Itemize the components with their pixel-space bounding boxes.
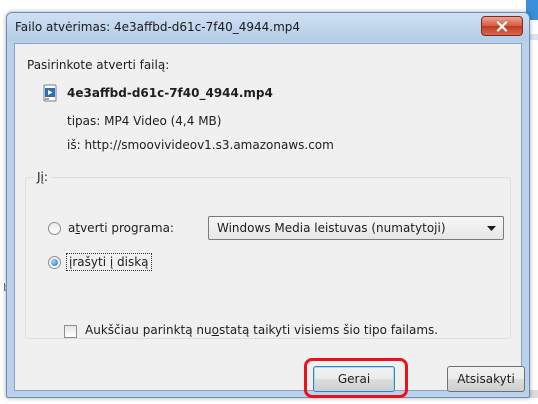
open-with-radio-label[interactable]: atverti programa: — [68, 221, 174, 235]
remember-choice-checkbox[interactable] — [64, 325, 77, 338]
media-file-icon — [43, 84, 57, 102]
cancel-button[interactable]: Atsisakyti — [447, 366, 525, 392]
file-open-dialog: Failo atvėrimas: 4e3affbd-d61c-7f40_4944… — [6, 12, 530, 398]
screen: b Failo atvėrimas: 4e3affbd-d61c-7f40_49… — [0, 0, 538, 404]
remember-choice-label[interactable]: Aukščiau parinktą nuostatą taikyti visie… — [85, 323, 438, 337]
action-group-legend: Jį: — [34, 170, 51, 184]
close-icon — [496, 20, 508, 32]
file-source-row: iš: http://smoovivideov1.s3.amazonaws.co… — [67, 138, 334, 152]
file-source-value: http://smoovivideov1.s3.amazonaws.com — [84, 138, 334, 152]
dropdown-arrow-icon — [487, 226, 496, 231]
file-name: 4e3affbd-d61c-7f40_4944.mp4 — [67, 86, 273, 100]
file-type-label: tipas: — [67, 114, 101, 128]
save-to-disk-radio-label[interactable]: įrašyti į diską — [66, 253, 152, 271]
dialog-titlebar[interactable]: Failo atvėrimas: 4e3affbd-d61c-7f40_4944… — [7, 13, 529, 41]
close-button[interactable] — [481, 16, 523, 36]
action-groupbox: Jį: atverti programa: Windows Media leis… — [25, 170, 511, 339]
ok-button-highlight — [304, 358, 408, 398]
save-to-disk-radio[interactable] — [48, 256, 61, 269]
file-type-value: MP4 Video (4,4 MB) — [104, 114, 222, 128]
open-with-radio[interactable] — [48, 222, 61, 235]
dialog-title: Failo atvėrimas: 4e3affbd-d61c-7f40_4944… — [15, 20, 301, 34]
application-select[interactable]: Windows Media leistuvas (numatytoji) — [208, 216, 504, 240]
application-select-value: Windows Media leistuvas (numatytoji) — [217, 221, 446, 235]
file-type-row: tipas: MP4 Video (4,4 MB) — [67, 114, 221, 128]
dialog-body: Pasirinkote atverti failą: 4e3affbd-d61c… — [14, 43, 525, 398]
dialog-prompt: Pasirinkote atverti failą: — [27, 58, 170, 72]
file-source-label: iš: — [67, 138, 81, 152]
